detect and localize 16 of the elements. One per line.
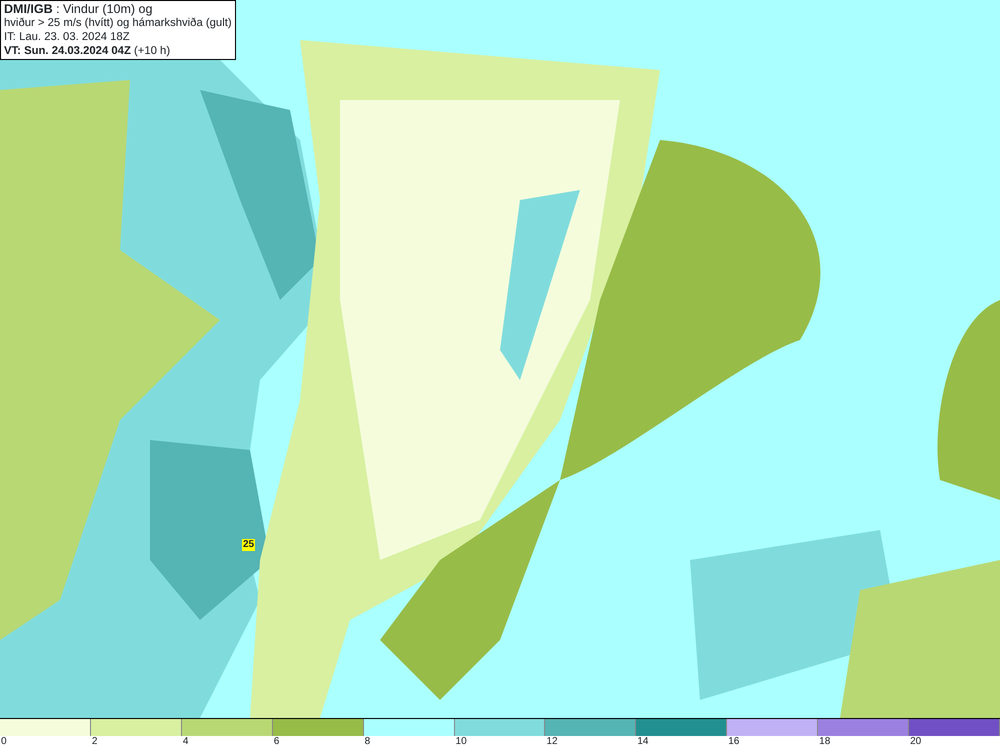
legend-label: 14 <box>636 736 650 747</box>
header-line: VT: Sun. 24.03.2024 04Z (+10 h) <box>4 44 172 58</box>
header-line: hviður > 25 m/s (hvítt) og hámarkshviða (gult) <box>4 16 232 30</box>
legend-label: 18 <box>818 736 832 747</box>
header-line: DMI/IGB : Vindur (10m) og <box>4 2 154 16</box>
legend-label: 0 <box>0 736 8 747</box>
legend-label: 4 <box>182 736 190 747</box>
legend-label: 16 <box>727 736 740 747</box>
gust-value-label: 25 <box>242 539 256 551</box>
legend-label: 2 <box>90 736 98 747</box>
legend-label: 12 <box>545 736 559 747</box>
legend-label: 6 <box>272 736 280 747</box>
header-line: IT: Lau. 23. 03. 2024 18Z <box>4 30 131 44</box>
legend-label: 10 <box>454 736 468 747</box>
legend-label: 8 <box>364 736 372 747</box>
legend-label: 20 <box>909 736 922 747</box>
